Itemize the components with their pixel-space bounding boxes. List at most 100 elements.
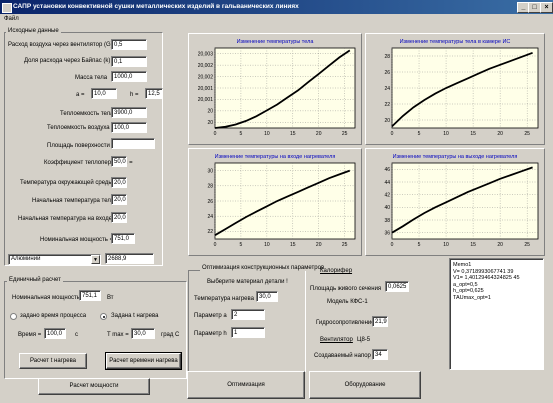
chart-heater-outlet-temp-svg: Изменение температуры на выходе нагреват… bbox=[384, 154, 539, 248]
a-input[interactable]: 10,0 bbox=[91, 88, 117, 99]
mass-input[interactable]: 1000,0 bbox=[111, 71, 147, 82]
y-tick-label: 30 bbox=[207, 168, 213, 174]
param-h-label: Параметр h bbox=[194, 331, 227, 337]
radio-time[interactable] bbox=[10, 313, 17, 320]
ambient-temp-label: Температура окружающей среды = bbox=[20, 180, 118, 186]
x-tick-label: 20 bbox=[316, 242, 322, 248]
live-section-input[interactable]: 0,0625 bbox=[385, 281, 409, 292]
x-tick-label: 5 bbox=[418, 131, 421, 137]
radio-heating-label[interactable]: Задана t нагрева bbox=[111, 313, 158, 319]
x-tick-label: 10 bbox=[443, 131, 449, 137]
memo-line: TAUmax_opt=1 bbox=[453, 294, 491, 301]
results-memo[interactable]: Memo1 V= 0,3718993067741 39 V1= 1,401294… bbox=[449, 258, 544, 370]
time-label: Время = bbox=[18, 332, 42, 338]
material-select[interactable]: Алюминий ▼ bbox=[8, 254, 101, 265]
calorifer-title: Калорифер bbox=[320, 268, 353, 274]
chart-heater-outlet-temp: Изменение температуры на выходе нагреват… bbox=[365, 148, 545, 256]
tmax-input[interactable]: 30,0 bbox=[131, 328, 155, 339]
hydraulic-resistance-input[interactable]: 21,9 bbox=[372, 316, 388, 327]
time-input[interactable]: 100,0 bbox=[44, 328, 66, 339]
x-tick-label: 25 bbox=[524, 131, 530, 137]
close-button[interactable]: × bbox=[540, 2, 553, 13]
x-tick-label: 15 bbox=[290, 131, 296, 137]
y-tick-label: 24 bbox=[207, 214, 213, 220]
pressure-input[interactable]: 34 bbox=[372, 349, 388, 360]
x-tick-label: 5 bbox=[240, 131, 243, 137]
x-tick-label: 15 bbox=[290, 242, 296, 248]
y-tick-label: 20,002 bbox=[198, 74, 214, 80]
y-tick-label: 28 bbox=[207, 184, 213, 190]
x-tick-label: 25 bbox=[524, 242, 530, 248]
y-tick-label: 20,001 bbox=[198, 86, 214, 92]
single-nominal-power-input[interactable]: 751,1 bbox=[79, 290, 101, 301]
x-tick-label: 0 bbox=[391, 131, 394, 137]
y-tick-label: 26 bbox=[207, 199, 213, 205]
mass-label: Масса тела bbox=[75, 75, 108, 81]
time-unit: с bbox=[75, 332, 78, 338]
x-tick-label: 10 bbox=[264, 242, 270, 248]
ambient-temp-input[interactable]: 20,0 bbox=[111, 177, 127, 188]
heat-transfer-input[interactable]: 50,0 bbox=[111, 156, 127, 167]
heating-temp-input[interactable]: 30,0 bbox=[256, 291, 278, 302]
surface-area-label: Площадь поверхности bbox=[47, 143, 110, 149]
chart-body-temp: Изменение температуры тела 0 5 10 15 20 25 20,0… bbox=[188, 33, 362, 145]
heating-temp-label: Температура нагрева bbox=[194, 296, 254, 302]
memo-line: V= 0,3718993067741 39 bbox=[453, 268, 514, 275]
equipment-button[interactable]: Оборудование bbox=[309, 371, 421, 399]
bypass-input[interactable]: 0,1 bbox=[111, 56, 147, 67]
chart-title: Изменение температуры на выходе нагреват… bbox=[393, 154, 518, 160]
param-a-input[interactable]: 2 bbox=[231, 309, 265, 320]
body-heat-capacity-label: Теплоемкость тела bbox=[60, 111, 114, 117]
chart-chamber-temp: Изменение температуры тела в камере ИС 0 5… bbox=[365, 33, 545, 145]
x-tick-label: 20 bbox=[316, 131, 322, 137]
nominal-power-input[interactable]: 751,0 bbox=[111, 233, 135, 244]
radio-heating[interactable] bbox=[100, 313, 107, 320]
calc-power-button[interactable]: Расчет мощности bbox=[38, 378, 150, 395]
optimization-group-title: Оптимизация конструкционных параметров bbox=[200, 265, 327, 271]
chevron-down-icon[interactable]: ▼ bbox=[91, 255, 100, 264]
y-tick-label: 44 bbox=[384, 180, 390, 186]
fan-label: Вентилятор bbox=[320, 337, 353, 343]
y-tick-label: 22 bbox=[384, 102, 390, 108]
airflow-label: Расход воздуха через вентилятор (G) = bbox=[8, 42, 118, 48]
menu-file[interactable]: Файл bbox=[0, 16, 19, 22]
power-unit: Вт bbox=[107, 295, 114, 301]
live-section-label: Площадь живого сечения bbox=[310, 286, 382, 292]
input-data-group bbox=[4, 32, 163, 266]
material-selected: Алюминий bbox=[11, 256, 41, 262]
window-title: САПР установки конвективной сушки металл… bbox=[13, 3, 299, 10]
param-a-label: Параметр a bbox=[194, 313, 227, 319]
calc-time-button[interactable]: Расчет времени нагрева bbox=[105, 352, 182, 370]
memo-line: Memo1 bbox=[453, 262, 472, 268]
x-tick-label: 25 bbox=[342, 131, 348, 137]
pressure-label: Создаваемый напор bbox=[314, 353, 371, 359]
param-h-input[interactable]: 1 bbox=[231, 327, 265, 338]
initial-inlet-temp-input[interactable]: 20,0 bbox=[111, 212, 127, 223]
h-input[interactable]: 12,5 bbox=[145, 88, 163, 99]
x-tick-label: 25 bbox=[342, 242, 348, 248]
bypass-label: Доля расхода через Байпас (k) = bbox=[24, 58, 116, 64]
optimization-button[interactable]: Оптимизация bbox=[187, 371, 305, 399]
y-tick-label: 20,003 bbox=[198, 52, 214, 58]
radio-time-label[interactable]: задано время процесса bbox=[20, 313, 86, 319]
calc-heating-button[interactable]: Расчет t нагрева bbox=[19, 353, 87, 369]
app-icon[interactable] bbox=[2, 3, 12, 13]
initial-body-temp-input[interactable]: 20,0 bbox=[111, 194, 127, 205]
y-tick-label: 20 bbox=[207, 120, 213, 126]
single-nominal-power-label: Номинальная мощность bbox=[12, 295, 80, 301]
initial-body-temp-label: Начальная температура тела = bbox=[32, 198, 120, 204]
chart-heater-inlet-temp-svg: Изменение температуры на входе нагревате… bbox=[207, 154, 356, 248]
y-tick-label: 28 bbox=[384, 54, 390, 60]
body-heat-capacity-input[interactable]: 3900,0 bbox=[111, 107, 147, 118]
single-calc-group-title: Единичный расчет bbox=[7, 277, 63, 283]
y-tick-label: 24 bbox=[384, 86, 390, 92]
surface-area-input[interactable] bbox=[111, 138, 155, 149]
airflow-input[interactable]: 0,5 bbox=[111, 39, 147, 50]
air-heat-capacity-label: Теплоемкость воздуха bbox=[47, 125, 110, 131]
y-tick-label: 20,002 bbox=[198, 63, 214, 69]
chart-title: Изменение температуры тела в камере ИС bbox=[400, 39, 511, 45]
material-value-input[interactable]: 2688,9 bbox=[105, 253, 154, 264]
air-heat-capacity-input[interactable]: 100,0 bbox=[111, 122, 147, 133]
x-tick-label: 0 bbox=[214, 242, 217, 248]
menu-bar: Файл bbox=[0, 14, 553, 24]
